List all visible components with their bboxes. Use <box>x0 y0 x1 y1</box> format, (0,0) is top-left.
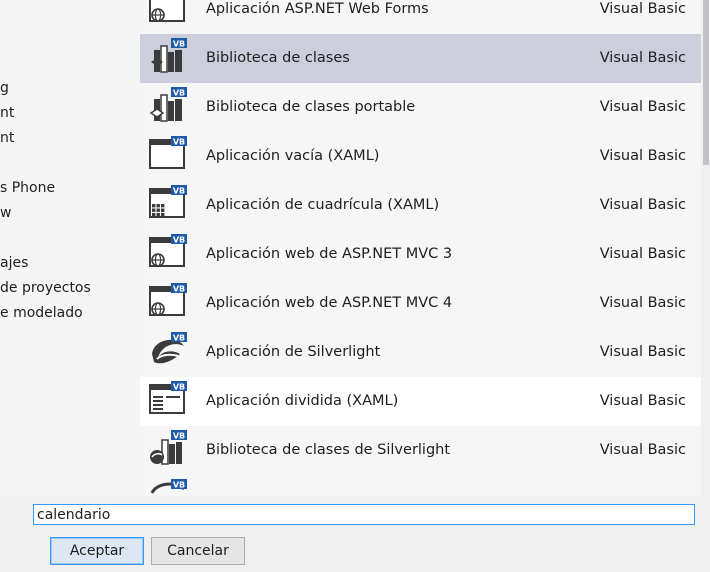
tree-item[interactable]: nt <box>0 126 14 151</box>
template-row[interactable]: VB Aplicación dividida (XAML) Visual Basic <box>140 377 701 426</box>
template-name: Aplicación dividida (XAML) <box>206 393 399 409</box>
svg-text:VB: VB <box>173 383 185 392</box>
template-name: Aplicación de Silverlight <box>206 344 381 360</box>
grid-app-icon: VB <box>148 185 188 225</box>
svg-text:VB: VB <box>173 481 185 490</box>
template-row[interactable]: VB Biblioteca de clases portable Visual Ba… <box>140 83 701 132</box>
tree-item[interactable]: e modelado <box>0 301 83 326</box>
list-scrollbar[interactable] <box>701 0 710 496</box>
template-language: Visual Basic <box>599 393 686 409</box>
scrollbar-thumb[interactable] <box>703 0 709 165</box>
template-language: Visual Basic <box>599 295 686 311</box>
template-language: Visual Basic <box>599 246 686 262</box>
template-language: Visual Basic <box>599 99 686 115</box>
tree-item[interactable]: de proyectos <box>0 276 91 301</box>
template-name: Biblioteca de clases de Silverlight <box>206 442 451 458</box>
ok-button[interactable]: Aceptar <box>50 537 144 565</box>
class-library-icon: VB <box>148 38 188 78</box>
tree-item[interactable]: w <box>0 201 11 226</box>
template-row[interactable]: VB Aplicación ASP.NET Web Forms Visual Bas… <box>140 0 701 34</box>
split-app-icon: VB <box>148 381 188 421</box>
template-row[interactable]: VB Aplicación de Silverlight Visual Basic <box>140 328 701 377</box>
template-language: Visual Basic <box>599 148 686 164</box>
template-row[interactable]: VB Aplicación web de ASP.NET MVC 4 Visual … <box>140 279 701 328</box>
blank-app-icon: VB <box>148 136 188 176</box>
template-language: Visual Basic <box>599 344 686 360</box>
silverlight-icon: VB <box>148 332 188 372</box>
svg-text:VB: VB <box>173 138 185 147</box>
svg-text:VB: VB <box>173 285 185 294</box>
template-list: VB Aplicación ASP.NET Web Forms Visual Bas… <box>140 0 701 496</box>
dialog-footer: Aceptar Cancelar <box>0 496 710 572</box>
tree-item[interactable]: g <box>0 76 9 101</box>
template-language: Visual Basic <box>599 50 686 66</box>
template-row[interactable]: VB Aplicación web de ASP.NET MVC 3 Visual … <box>140 230 701 279</box>
template-name: Aplicación vacía (XAML) <box>206 148 380 164</box>
svg-text:VB: VB <box>173 236 185 245</box>
web-app-icon: VB <box>148 234 188 274</box>
template-row[interactable]: VB Aplicación vacía (XAML) Visual Basic <box>140 132 701 181</box>
tree-item[interactable]: ajes <box>0 251 28 276</box>
template-name: Aplicación ASP.NET Web Forms <box>206 1 429 17</box>
template-language: Visual Basic <box>599 197 686 213</box>
partial-item-icon: VB <box>148 479 188 496</box>
svg-text:VB: VB <box>173 89 185 98</box>
template-row[interactable]: VB Biblioteca de clases Visual Basic <box>140 34 701 83</box>
template-name: Biblioteca de clases <box>206 50 350 66</box>
web-app-icon: VB <box>148 0 188 29</box>
portable-class-library-icon: VB <box>148 87 188 127</box>
svg-text:VB: VB <box>173 187 185 196</box>
template-language: Visual Basic <box>599 442 686 458</box>
template-tree-pane: g nt nt s Phone w ajes de proyectos e modelado <box>0 0 140 496</box>
tree-item[interactable]: s Phone <box>0 176 55 201</box>
template-name: Aplicación web de ASP.NET MVC 3 <box>206 246 453 262</box>
template-name: Aplicación de cuadrícula (XAML) <box>206 197 440 213</box>
svg-text:VB: VB <box>173 432 185 441</box>
project-name-input[interactable] <box>33 504 695 525</box>
template-row[interactable]: VB <box>140 475 701 496</box>
cancel-button[interactable]: Cancelar <box>151 537 245 565</box>
template-language: Visual Basic <box>599 1 686 17</box>
web-app-icon: VB <box>148 283 188 323</box>
svg-text:VB: VB <box>173 334 185 343</box>
svg-text:VB: VB <box>173 40 185 49</box>
tree-item[interactable]: nt <box>0 101 14 126</box>
template-name: Aplicación web de ASP.NET MVC 4 <box>206 295 453 311</box>
silverlight-library-icon: VB <box>148 430 188 470</box>
template-row[interactable]: VB Biblioteca de clases de Silverlight Vis… <box>140 426 701 475</box>
template-name: Biblioteca de clases portable <box>206 99 416 115</box>
template-row[interactable]: VB Aplicación de cuadrícula (XAML) Visual … <box>140 181 701 230</box>
